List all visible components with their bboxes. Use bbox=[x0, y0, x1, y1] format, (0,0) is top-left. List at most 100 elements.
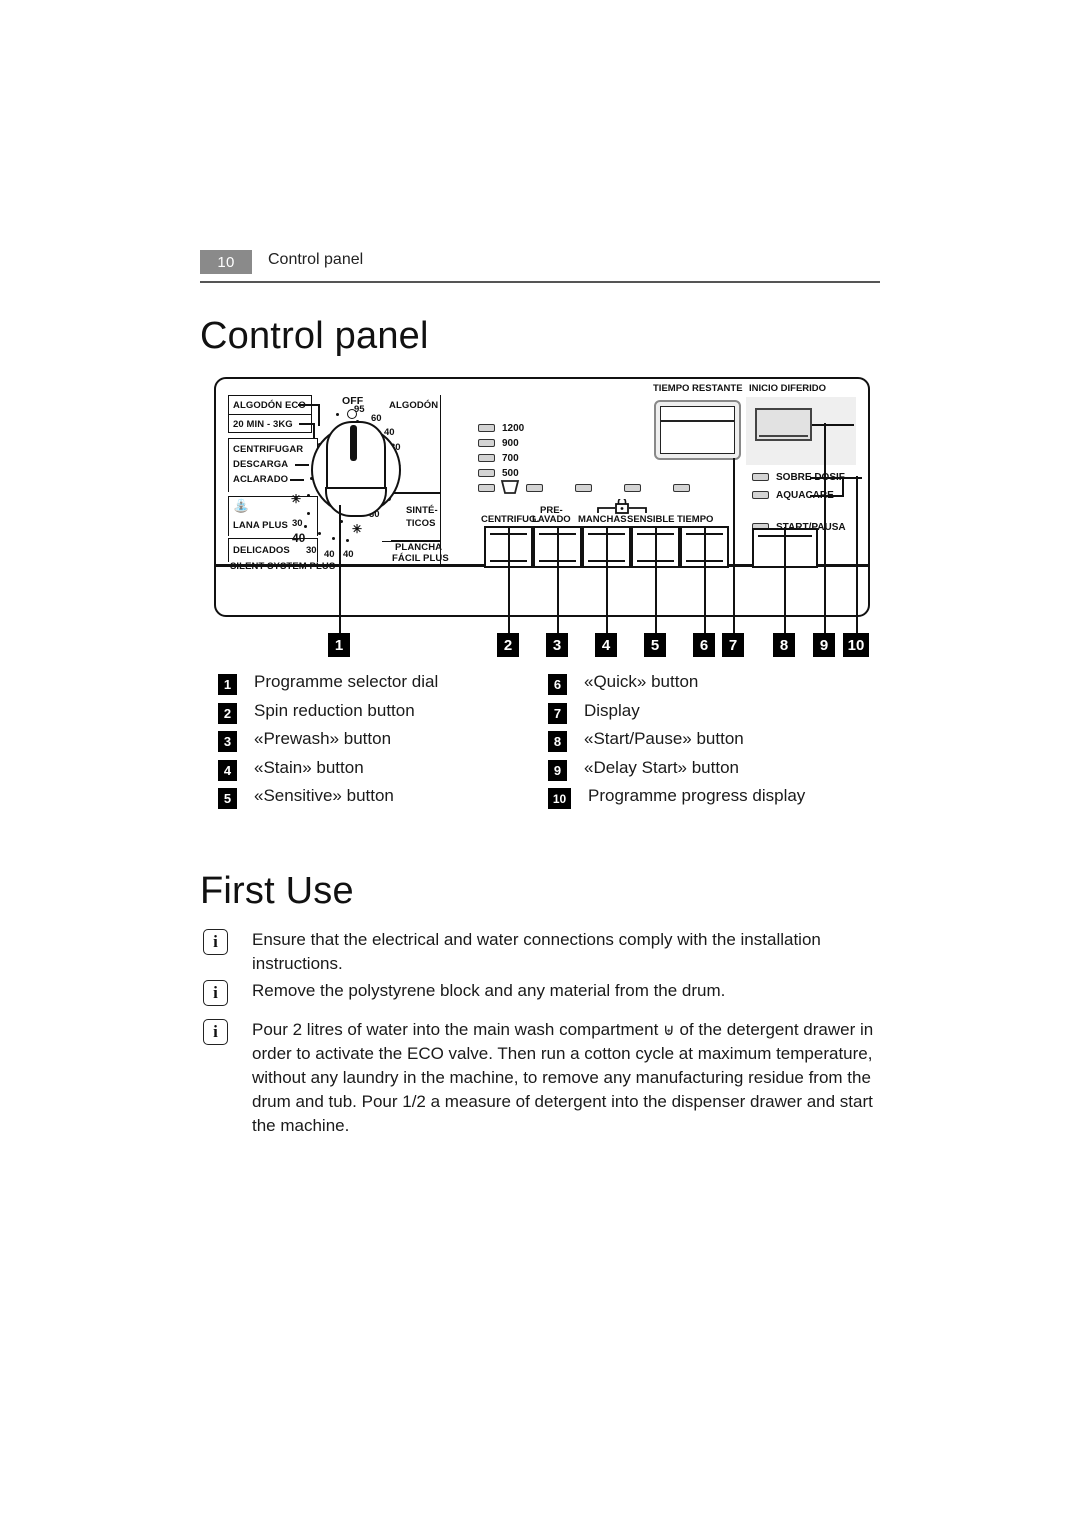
page-number: 10 bbox=[200, 250, 252, 274]
legend-badge-9: 9 bbox=[548, 759, 567, 781]
document-page: 10 Control panel Control panel ALGODÓN E… bbox=[0, 0, 1080, 1527]
note-text-before: Pour 2 litres of water into the main was… bbox=[252, 1020, 664, 1039]
btn-label-centrifug: CENTRIFUG. bbox=[481, 514, 540, 525]
note-text: Ensure that the electrical and water con… bbox=[252, 930, 821, 973]
list-item: 5 «Sensitive» button bbox=[218, 786, 548, 815]
callout-7: 7 bbox=[722, 633, 744, 657]
leader-2 bbox=[508, 527, 510, 633]
list-item: 3 «Prewash» button bbox=[218, 729, 548, 758]
padlock-icon bbox=[597, 499, 647, 514]
tick-l40: 40 bbox=[324, 549, 335, 560]
callout-9: 9 bbox=[813, 633, 835, 657]
dial-label-algodon-eco: ALGODÓN ECO bbox=[233, 400, 306, 411]
led-500 bbox=[478, 469, 495, 477]
legend-column-left: 1 Programme selector dial 2 Spin reducti… bbox=[218, 672, 548, 815]
legend-column-right: 6 «Quick» button 7 Display 8 «Start/Paus… bbox=[548, 672, 878, 815]
dial-label-delicados: DELICADOS bbox=[233, 545, 290, 556]
btn-label-lavado: LAVADO bbox=[532, 514, 571, 525]
legend-badge-3: 3 bbox=[218, 731, 237, 752]
legend-label-10: Programme progress display bbox=[588, 786, 806, 805]
rinse-hold-tub-icon bbox=[500, 480, 520, 494]
tick-cold-delicate: 40 bbox=[292, 531, 306, 545]
led-label-1200: 1200 bbox=[502, 423, 525, 434]
header-rule bbox=[200, 281, 880, 283]
control-panel-illustration: ALGODÓN ECO 20 MIN - 3KG CENTRIFUGAR DES… bbox=[214, 377, 870, 617]
wool-basket-icon: ⛲ bbox=[233, 499, 250, 514]
leader-progress-9 bbox=[812, 424, 854, 426]
legend-label-8: «Start/Pause» button bbox=[584, 729, 744, 748]
leader-4 bbox=[606, 527, 608, 633]
display bbox=[654, 400, 741, 460]
legend-label-1: Programme selector dial bbox=[254, 672, 439, 691]
legend-label-4: «Stain» button bbox=[254, 757, 364, 777]
leader-aclarado bbox=[290, 479, 304, 481]
dial-label-descarga: DESCARGA bbox=[233, 459, 289, 470]
legend-badge-6: 6 bbox=[548, 674, 567, 695]
note-text: Remove the polystyrene block and any mat… bbox=[252, 981, 726, 1000]
tick-l30: 30 bbox=[292, 518, 303, 529]
legend-label-5: «Sensitive» button bbox=[254, 786, 394, 805]
callout-8: 8 bbox=[773, 633, 795, 657]
legend-badge-7: 7 bbox=[548, 702, 567, 724]
header-section-title: Control panel bbox=[268, 251, 364, 268]
btn-label-sensible: SENSIBLE bbox=[627, 514, 675, 525]
leader-progress-10b bbox=[810, 495, 844, 497]
legend-label-2: Spin reduction button bbox=[254, 700, 415, 720]
dial-label-sinte: SINTÉ- bbox=[406, 505, 438, 516]
dial-pointer bbox=[350, 425, 357, 461]
led-label-900: 900 bbox=[502, 438, 519, 449]
led-manchas bbox=[624, 484, 641, 492]
tick-95: 95 bbox=[354, 404, 365, 415]
led-aquacare bbox=[752, 491, 769, 499]
leader-progress-10v bbox=[842, 477, 844, 495]
led-prelavado bbox=[575, 484, 592, 492]
led-rinse-hold bbox=[478, 484, 495, 492]
btn-label-manchas: MANCHAS bbox=[578, 514, 627, 525]
delay-start-caption: INICIO DIFERIDO bbox=[749, 383, 827, 394]
btn-label-tiempo: TIEMPO bbox=[677, 514, 714, 525]
leader-progress-10a bbox=[810, 477, 862, 479]
info-icon: i bbox=[203, 929, 228, 955]
display-caption: TIEMPO RESTANTE bbox=[653, 383, 743, 394]
leader-descarga bbox=[295, 464, 309, 466]
callout-3: 3 bbox=[546, 633, 568, 657]
led-1200 bbox=[478, 424, 495, 432]
delay-start-button[interactable] bbox=[755, 408, 812, 441]
leader-eco-v bbox=[318, 404, 320, 426]
legend-label-3: «Prewash» button bbox=[254, 729, 392, 748]
list-item: 4 «Stain» button bbox=[218, 758, 548, 787]
page-title: Control panel bbox=[200, 315, 429, 357]
list-item: 1 Programme selector dial bbox=[218, 672, 548, 701]
led-sensible bbox=[673, 484, 690, 492]
leader-1 bbox=[339, 505, 341, 633]
detergent-compartment-icon: ⊎ bbox=[663, 1020, 675, 1039]
note-text: Pour 2 litres of water into the main was… bbox=[252, 1018, 883, 1138]
list-item: 9 «Delay Start» button bbox=[548, 758, 878, 787]
leader-3 bbox=[557, 527, 559, 633]
dial-group-box-synthetics bbox=[391, 493, 441, 541]
leader-9 bbox=[824, 423, 826, 633]
callout-10: 10 bbox=[843, 633, 869, 657]
legend-label-6: «Quick» button bbox=[584, 672, 699, 691]
leader-5 bbox=[655, 527, 657, 633]
list-item: 2 Spin reduction button bbox=[218, 701, 548, 730]
callout-5: 5 bbox=[644, 633, 666, 657]
callout-2: 2 bbox=[497, 633, 519, 657]
dial-label-algodon: ALGODÓN bbox=[389, 400, 439, 411]
list-item: 8 «Start/Pause» button bbox=[548, 729, 878, 758]
callout-4: 4 bbox=[595, 633, 617, 657]
list-item: 7 Display bbox=[548, 701, 878, 730]
list-item: 10 Programme progress display bbox=[548, 786, 878, 815]
callout-1: 1 bbox=[328, 633, 350, 657]
dial-label-aclarado: ACLARADO bbox=[233, 474, 289, 485]
legend-badge-1: 1 bbox=[218, 674, 237, 695]
legend-badge-4: 4 bbox=[218, 759, 237, 781]
legend-badge-10: 10 bbox=[548, 788, 571, 809]
led-700 bbox=[478, 454, 495, 462]
led-900 bbox=[478, 439, 495, 447]
section-title-first-use: First Use bbox=[200, 870, 354, 912]
dial-label-plancha: PLANCHA bbox=[395, 542, 443, 553]
tick-cold-wool: ✳ bbox=[291, 492, 302, 506]
leader-6 bbox=[704, 527, 706, 633]
leader-10 bbox=[856, 476, 858, 633]
